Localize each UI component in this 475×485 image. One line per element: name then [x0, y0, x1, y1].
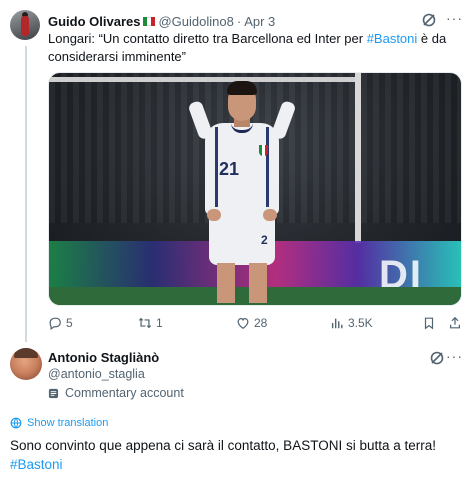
repost-button[interactable]: 1 — [138, 316, 163, 330]
analytics-icon — [331, 318, 343, 329]
bookmark-button[interactable] — [422, 316, 436, 330]
player-hair — [227, 81, 257, 95]
player-hand-right — [263, 209, 277, 221]
tweet1-header: Guido Olivares @Guidolino8 · Apr 3 ··· — [48, 10, 465, 30]
italy-flag-icon — [143, 16, 156, 26]
bookmark-icon — [424, 317, 434, 330]
shirt-stripe — [266, 127, 269, 207]
avatar-hair — [14, 348, 38, 358]
tweet1-handle[interactable]: @Guidolino8 — [158, 14, 233, 29]
tweet1-text-before: Longari: “Un contatto diretto tra Barcel… — [48, 31, 367, 46]
avatar-guido[interactable] — [10, 10, 40, 40]
hashtag-link[interactable]: #Bastoni — [10, 457, 63, 472]
tweet1-action-bar: 5 1 28 3.5K — [48, 316, 464, 334]
globe-icon — [10, 417, 22, 429]
views-count: 3.5K — [348, 316, 373, 330]
italy-crest-icon — [259, 145, 268, 156]
grok-icon[interactable] — [429, 350, 445, 366]
share-icon — [450, 316, 460, 329]
avatar-antonio[interactable] — [10, 348, 42, 380]
commentary-account-label: Commentary account — [48, 386, 184, 400]
reply-icon — [49, 317, 61, 330]
tweet1-date[interactable]: Apr 3 — [244, 14, 275, 29]
reply-button[interactable]: 5 — [48, 316, 73, 330]
show-translation-link[interactable]: Show translation — [10, 417, 108, 429]
heart-icon — [237, 318, 249, 329]
shorts-number: 2 — [261, 233, 268, 247]
goal-post — [355, 73, 361, 243]
like-count: 28 — [254, 316, 268, 330]
tweet1-separator: · — [236, 13, 242, 29]
more-options-icon[interactable]: ··· — [446, 10, 463, 26]
repost-count: 1 — [156, 316, 163, 330]
reply-count: 5 — [66, 316, 73, 330]
avatar-figure-body — [21, 16, 29, 36]
repost-icon — [138, 317, 152, 329]
tweet2-text: Sono convinto que appena ci sarà il cont… — [10, 436, 470, 474]
tweet1-text: Longari: “Un contatto diretto tra Barcel… — [48, 30, 458, 66]
commentary-text: Commentary account — [65, 386, 184, 400]
shirt-stripe — [215, 127, 218, 207]
player-hand-left — [207, 209, 221, 221]
tweet2-body: Sono convinto que appena ci sarà il cont… — [10, 438, 436, 453]
tweet1-author-name[interactable]: Guido Olivares — [48, 14, 140, 29]
football-player: 21 2 — [167, 75, 317, 303]
player-leg-left — [217, 263, 235, 303]
thread-connector-line — [25, 46, 27, 342]
like-button[interactable]: 28 — [236, 316, 267, 330]
commentary-badge-icon — [48, 388, 59, 398]
more-options-icon[interactable]: ··· — [446, 348, 463, 364]
share-button[interactable] — [448, 316, 462, 330]
tweet2-handle[interactable]: @antonio_staglia — [48, 367, 145, 381]
tweet1-media-image[interactable]: DI 21 2 — [48, 72, 462, 306]
hashtag-link[interactable]: #Bastoni — [367, 31, 418, 46]
views-button[interactable]: 3.5K — [330, 316, 373, 330]
player-leg-right — [249, 263, 267, 303]
tweet2-author-name[interactable]: Antonio Stagliànò — [48, 350, 159, 365]
grok-icon[interactable] — [421, 12, 437, 28]
show-translation-label: Show translation — [27, 417, 109, 429]
jersey-number: 21 — [219, 159, 240, 179]
